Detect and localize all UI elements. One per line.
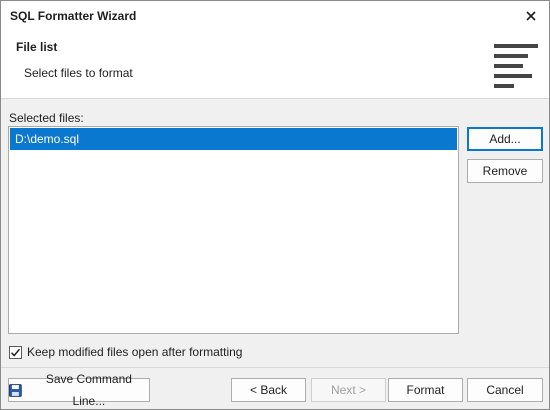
window-title: SQL Formatter Wizard <box>10 9 137 23</box>
save-command-line-button[interactable]: Save Command Line... <box>8 372 150 408</box>
checkmark-icon <box>10 348 21 357</box>
title-bar: SQL Formatter Wizard <box>1 1 549 31</box>
add-button[interactable]: Add... <box>467 127 543 151</box>
keep-open-checkbox[interactable] <box>9 345 22 359</box>
close-button[interactable] <box>519 5 543 27</box>
sql-formatter-wizard-window: SQL Formatter Wizard File list Select fi… <box>0 0 550 410</box>
format-button[interactable]: Format <box>388 378 463 402</box>
page-title: File list <box>16 40 58 54</box>
wizard-header: File list Select files to format <box>1 31 549 99</box>
selected-files-label: Selected files: <box>9 111 84 125</box>
next-button[interactable]: Next > <box>311 378 386 402</box>
save-command-line-label: Save Command Line... <box>45 372 132 408</box>
keep-open-option[interactable]: Keep modified files open after formattin… <box>9 344 242 360</box>
page-subtitle: Select files to format <box>24 66 133 80</box>
back-button[interactable]: < Back <box>231 378 306 402</box>
selected-files-list[interactable]: D:\demo.sql <box>8 126 459 334</box>
remove-button[interactable]: Remove <box>467 159 543 183</box>
close-icon <box>526 11 536 21</box>
save-icon <box>9 383 22 397</box>
list-item[interactable]: D:\demo.sql <box>10 128 457 150</box>
cancel-button[interactable]: Cancel <box>467 378 543 402</box>
text-align-left-icon <box>494 44 538 90</box>
keep-open-label: Keep modified files open after formattin… <box>27 345 243 359</box>
